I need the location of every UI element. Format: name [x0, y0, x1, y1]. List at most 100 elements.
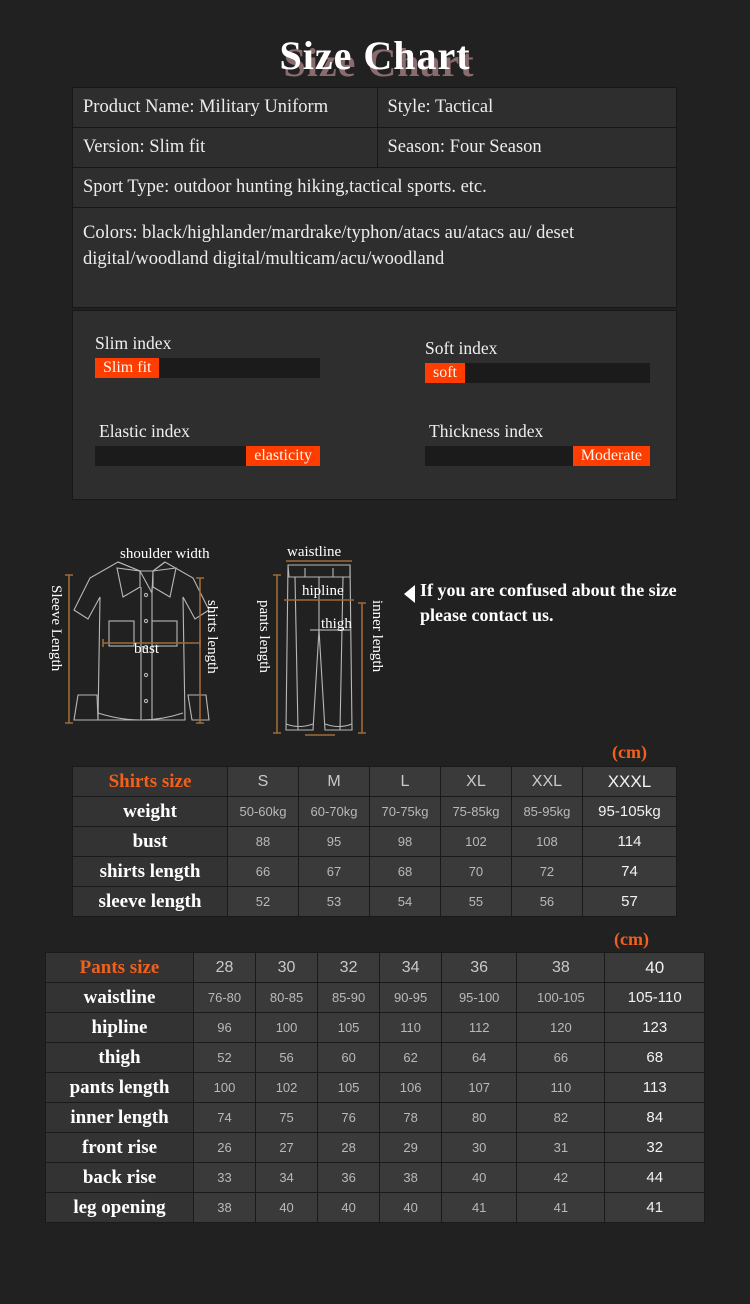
pants-row-label: inner length [45, 1102, 194, 1133]
pants-cell: 75 [255, 1102, 319, 1133]
shirts-cell: 72 [510, 856, 583, 887]
pants-cell: 38 [192, 1192, 257, 1223]
pants-table-corner-label: Pants size [45, 952, 194, 983]
soft-index-label: Soft index [425, 338, 498, 358]
callout-line-2: please contact us. [420, 605, 554, 625]
pants-cell: 106 [379, 1072, 443, 1103]
pants-cell: 62 [379, 1042, 443, 1073]
pants-cell: 40 [255, 1192, 319, 1223]
pants-cell: 76-80 [192, 982, 257, 1013]
pants-cell: 52 [192, 1042, 257, 1073]
index-panel: Slim index Slim fit Soft index soft Elas… [72, 310, 677, 500]
shirts-cell: 95-105kg [581, 796, 678, 827]
pants-cell: 27 [255, 1132, 319, 1163]
table-row: bust 88 95 98 102 108 114 [72, 826, 678, 857]
shirts-row-label: bust [72, 826, 228, 857]
pants-cell: 30 [441, 1132, 518, 1163]
pants-column-header: 28 [192, 952, 257, 983]
callout-line-1: If you are confused about the size [420, 580, 677, 600]
pants-cell: 33 [192, 1162, 257, 1193]
table-row: sleeve length 52 53 54 55 56 57 [72, 886, 678, 917]
pants-length-label: pants length [256, 600, 272, 673]
shirts-cell: 85-95kg [510, 796, 583, 827]
pants-column-header: 40 [604, 952, 705, 983]
pants-cell: 38 [379, 1162, 443, 1193]
pants-cell: 76 [317, 1102, 381, 1133]
pants-cell: 31 [516, 1132, 606, 1163]
thickness-index-group: Thickness index Moderate [425, 421, 650, 466]
slim-index-label: Slim index [95, 333, 172, 353]
product-info-body: Product Name: Military Uniform Style: Tac… [72, 87, 677, 308]
table-row: inner length 74 75 76 78 80 82 84 [45, 1102, 705, 1133]
shirts-row-label: sleeve length [72, 886, 228, 917]
shirts-cell: 54 [368, 886, 441, 917]
pants-cell: 34 [255, 1162, 319, 1193]
shirts-column-header: XL [439, 766, 512, 797]
left-arrow-icon [404, 585, 415, 603]
shirts-size-body: Shirts size S M L XL XXL XXXL weight 50-60kg 60-7… [72, 766, 678, 917]
measurement-diagram: shoulder width bust Sleeve Length shirts… [40, 535, 750, 740]
thigh-label: thigh [321, 616, 352, 632]
shirts-cell: 50-60kg [227, 796, 299, 827]
elastic-index-track: elasticity [95, 446, 320, 466]
info-row: Product Name: Military Uniform Style: Tac… [72, 87, 677, 128]
pants-cell: 26 [192, 1132, 257, 1163]
info-cell: Colors: black/highlander/mardrake/typhon… [72, 207, 677, 308]
pants-cell: 29 [379, 1132, 443, 1163]
contact-callout: If you are confused about the size pleas… [420, 578, 750, 628]
table-row: hipline 96 100 105 110 112 120 123 [45, 1012, 705, 1043]
pants-cell: 123 [604, 1012, 705, 1043]
shirts-cell: 55 [439, 886, 512, 917]
info-cell: Season: Four Season [376, 127, 677, 168]
size-chart-page: Size Chart Product Name: Military Unifor… [0, 0, 750, 1304]
pants-header-row: Pants size 28 30 32 34 36 38 40 [45, 952, 705, 983]
shirts-cell: 75-85kg [439, 796, 512, 827]
pants-cell: 41 [441, 1192, 518, 1223]
shirts-length-label: shirts length [204, 600, 220, 674]
shirts-column-header: XXL [510, 766, 583, 797]
thickness-index-track: Moderate [425, 446, 650, 466]
page-title-container: Size Chart [0, 30, 750, 85]
info-row: Sport Type: outdoor hunting hiking,tacti… [72, 167, 677, 208]
table-row: weight 50-60kg 60-70kg 70-75kg 75-85kg 85-95k… [72, 796, 678, 827]
shirts-row-label: shirts length [72, 856, 228, 887]
soft-index-fill: soft [425, 363, 465, 383]
shirts-cell: 60-70kg [297, 796, 370, 827]
elastic-index-label: Elastic index [99, 421, 190, 441]
pants-row-label: leg opening [45, 1192, 194, 1223]
shirts-cell: 66 [227, 856, 299, 887]
soft-index-track: soft [425, 363, 650, 383]
pants-row-label: front rise [45, 1132, 194, 1163]
pants-cell: 40 [441, 1162, 518, 1193]
shirts-cell: 95 [297, 826, 370, 857]
table-row: waistline 76-80 80-85 85-90 90-95 95-100 100-1… [45, 982, 705, 1013]
shirts-cell: 57 [581, 886, 678, 917]
shirts-cell: 52 [227, 886, 299, 917]
pants-cell: 60 [317, 1042, 381, 1073]
shirts-cell: 102 [439, 826, 512, 857]
pants-cell: 42 [516, 1162, 606, 1193]
pants-cell: 44 [604, 1162, 705, 1193]
waistline-label: waistline [287, 544, 342, 560]
info-row: Version: Slim fit Season: Four Season [72, 127, 677, 168]
shirts-cell: 68 [368, 856, 441, 887]
page-title: Size Chart [279, 33, 471, 78]
pants-cell: 105 [317, 1012, 381, 1043]
pants-cell: 100-105 [516, 982, 606, 1013]
pants-cell: 64 [441, 1042, 518, 1073]
pants-cell: 107 [441, 1072, 518, 1103]
pants-cell: 74 [192, 1102, 257, 1133]
shirts-cell: 108 [510, 826, 583, 857]
pants-cell: 78 [379, 1102, 443, 1133]
info-cell: Version: Slim fit [72, 127, 378, 168]
pants-column-header: 38 [516, 952, 606, 983]
pants-cell: 80 [441, 1102, 518, 1133]
pants-row-label: back rise [45, 1162, 194, 1193]
shirts-column-header: M [297, 766, 370, 797]
pants-cell: 28 [317, 1132, 381, 1163]
shirts-cell: 74 [581, 856, 678, 887]
pants-cell: 84 [604, 1102, 705, 1133]
sleeve-length-label: Sleeve Length [48, 585, 64, 672]
pants-cell: 40 [379, 1192, 443, 1223]
table-row: shirts length 66 67 68 70 72 74 [72, 856, 678, 887]
